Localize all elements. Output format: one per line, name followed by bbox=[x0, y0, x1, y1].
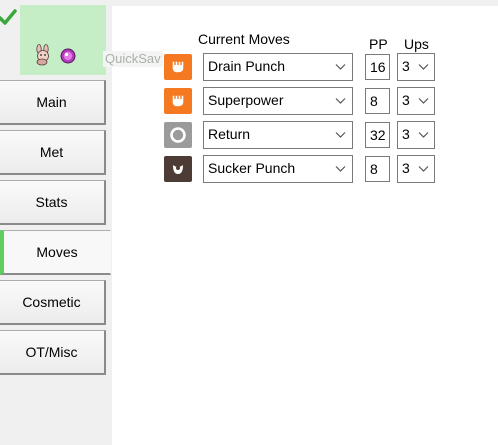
move-name: Drain Punch bbox=[208, 58, 286, 74]
current-moves-header: Current Moves bbox=[198, 31, 290, 47]
ups-value: 3 bbox=[402, 126, 410, 142]
moves-tab-panel: Current Moves PP Ups Drain Punch 16 3 Su… bbox=[112, 6, 498, 445]
normal-type-icon bbox=[164, 122, 192, 148]
tab-label: OT/Misc bbox=[25, 344, 78, 360]
tab-main[interactable]: Main bbox=[0, 80, 106, 125]
chevron-down-icon bbox=[418, 64, 429, 70]
move-select-1[interactable]: Drain Punch bbox=[203, 53, 353, 81]
tab-label: Moves bbox=[36, 244, 78, 260]
ups-header: Ups bbox=[404, 36, 429, 52]
chevron-down-icon bbox=[335, 98, 346, 104]
checkmark-icon bbox=[0, 9, 17, 25]
ups-value: 3 bbox=[402, 92, 410, 108]
dark-type-icon bbox=[164, 156, 192, 182]
fighting-type-icon bbox=[164, 88, 192, 114]
tab-stats[interactable]: Stats bbox=[0, 180, 106, 225]
move-name: Return bbox=[208, 126, 251, 142]
tab-cosmetic[interactable]: Cosmetic bbox=[0, 280, 106, 325]
pp-field-3[interactable]: 32 bbox=[365, 122, 390, 148]
ups-select-1[interactable]: 3 bbox=[397, 53, 435, 81]
ups-value: 3 bbox=[402, 58, 410, 74]
pp-header: PP bbox=[369, 36, 388, 52]
move-name: Sucker Punch bbox=[208, 160, 296, 176]
chevron-down-icon bbox=[335, 132, 346, 138]
tab-ot-misc[interactable]: OT/Misc bbox=[0, 330, 106, 375]
chevron-down-icon bbox=[418, 166, 429, 172]
ups-select-4[interactable]: 3 bbox=[397, 155, 435, 183]
chevron-down-icon bbox=[335, 166, 346, 172]
move-select-4[interactable]: Sucker Punch bbox=[203, 155, 353, 183]
chevron-down-icon bbox=[418, 98, 429, 104]
tab-met[interactable]: Met bbox=[0, 130, 106, 175]
tab-label: Main bbox=[36, 94, 67, 110]
pp-value: 8 bbox=[370, 161, 378, 177]
move-select-2[interactable]: Superpower bbox=[203, 87, 353, 115]
ups-select-2[interactable]: 3 bbox=[397, 87, 435, 115]
quicksave-label: QuickSav bbox=[103, 51, 163, 67]
tab-sidebar: Main Met Stats Moves Cosmetic OT/Misc bbox=[0, 0, 112, 445]
tab-label: Cosmetic bbox=[22, 294, 81, 310]
pp-value: 8 bbox=[370, 93, 378, 109]
pokemon-sprite-icon bbox=[36, 44, 49, 66]
tab-label: Stats bbox=[35, 194, 68, 210]
ups-value: 3 bbox=[402, 160, 410, 176]
tab-moves[interactable]: Moves bbox=[0, 230, 111, 275]
pp-field-2[interactable]: 8 bbox=[365, 88, 390, 114]
pokeball-icon bbox=[60, 48, 76, 64]
tab-label: Met bbox=[39, 144, 64, 160]
pp-value: 32 bbox=[370, 127, 386, 143]
move-select-3[interactable]: Return bbox=[203, 121, 353, 149]
pp-field-1[interactable]: 16 bbox=[365, 54, 390, 80]
chevron-down-icon bbox=[418, 132, 429, 138]
chevron-down-icon bbox=[335, 64, 346, 70]
pp-field-4[interactable]: 8 bbox=[365, 156, 390, 182]
pp-value: 16 bbox=[370, 59, 386, 75]
ups-select-3[interactable]: 3 bbox=[397, 121, 435, 149]
move-name: Superpower bbox=[208, 92, 284, 108]
fighting-type-icon bbox=[164, 54, 192, 80]
